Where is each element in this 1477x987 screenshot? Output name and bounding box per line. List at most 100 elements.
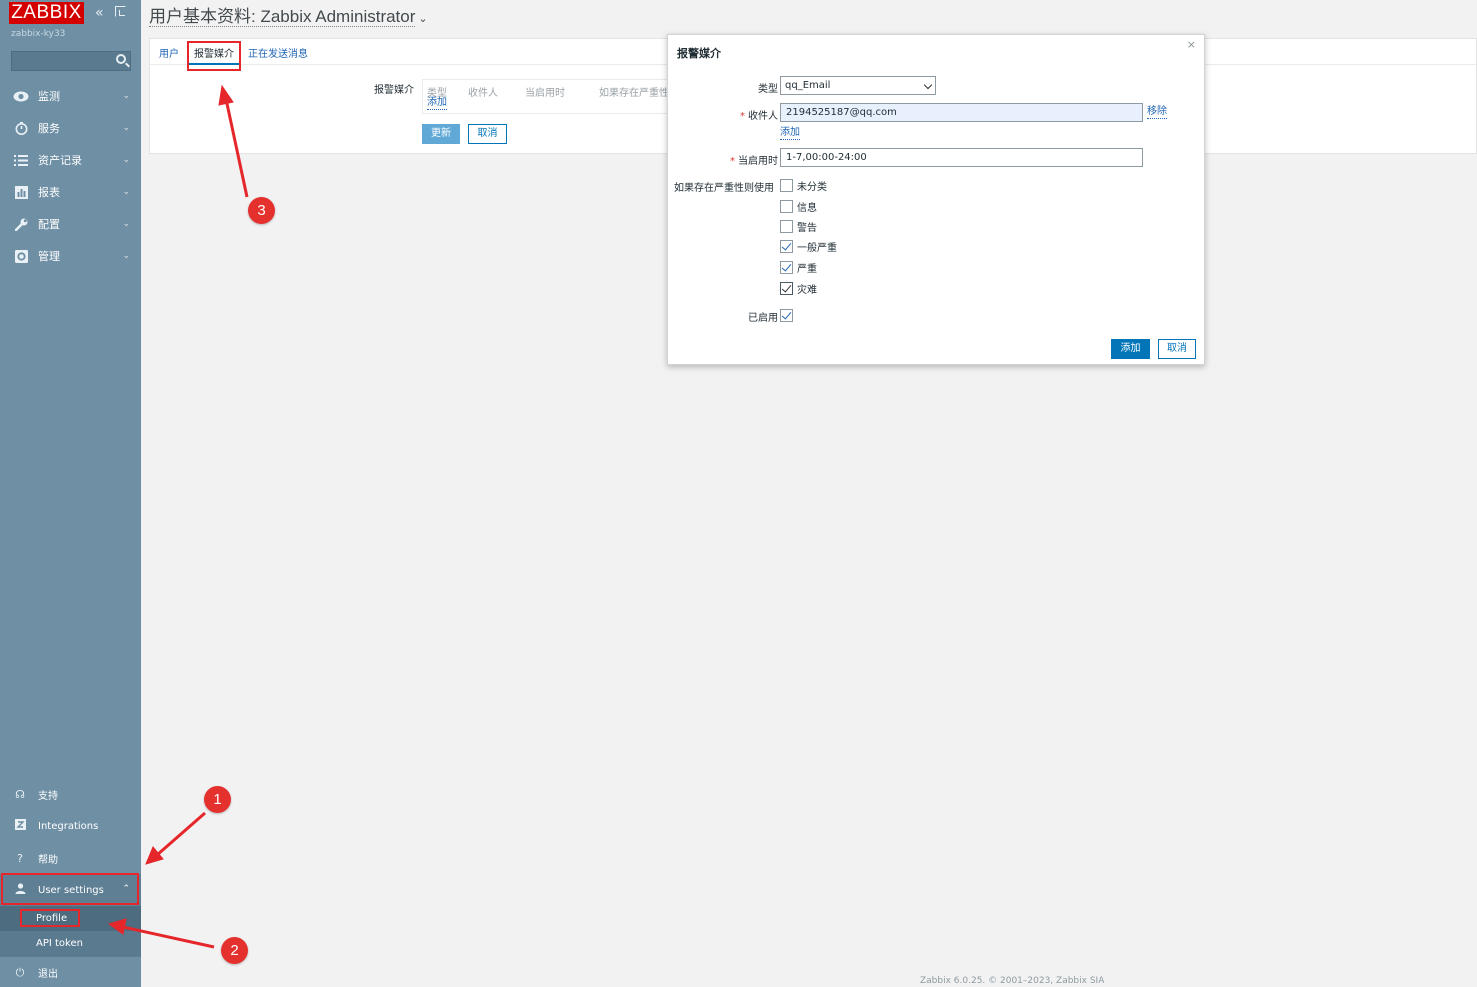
sidebar-search-input[interactable] xyxy=(11,51,131,71)
integrations-icon xyxy=(12,819,28,833)
checkbox-average[interactable] xyxy=(780,239,793,253)
checkbox-label: 警告 xyxy=(797,222,817,234)
menu-item-administration[interactable]: 管理 ⌄ xyxy=(0,240,141,272)
chevron-down-icon: ⌄ xyxy=(122,251,130,261)
chevron-down-icon: ⌄ xyxy=(122,155,130,165)
menu-item-label: Integrations xyxy=(38,820,99,832)
checkbox-label: 一般严重 xyxy=(797,242,837,254)
page-title-text: 用户基本资料: Zabbix Administrator xyxy=(149,7,416,27)
highlight-user-settings xyxy=(1,873,139,905)
enabled-label: 已启用 xyxy=(748,313,778,324)
remove-recipient-link[interactable]: 移除 xyxy=(1147,106,1167,119)
power-icon: ⏻ xyxy=(15,965,25,979)
annotation-badge-1: 1 xyxy=(204,786,231,813)
media-type-value: qq_Email xyxy=(785,80,831,91)
media-type-select[interactable]: qq_Email xyxy=(780,76,936,95)
severity-high[interactable]: 严重 xyxy=(780,259,817,275)
checkbox-label: 未分类 xyxy=(797,181,827,193)
bar-chart-icon xyxy=(12,185,30,199)
recipient-input[interactable]: 2194525187@qq.com xyxy=(780,103,1143,122)
menu-item-logout[interactable]: ⏻ 退出 xyxy=(0,956,141,987)
annotation-badge-3: 3 xyxy=(248,197,275,224)
close-icon[interactable]: × xyxy=(1187,38,1196,51)
severity-not-classified[interactable]: 未分类 xyxy=(780,177,827,193)
sidebar: ZABBIX « zabbix-ky33 监测 ⌄ 服务 ⌄ 资产记录 ⌄ 报表… xyxy=(0,0,141,987)
list-icon xyxy=(12,153,30,167)
menu-item-label: 监测 xyxy=(38,90,60,103)
add-media-link[interactable]: 添加 xyxy=(427,97,447,110)
menu-item-help[interactable]: ? 帮助 xyxy=(0,842,141,874)
menu-item-label: 资产记录 xyxy=(38,154,82,167)
checkbox-warning[interactable] xyxy=(780,219,793,233)
tab-messaging[interactable]: 正在发送消息 xyxy=(248,45,308,60)
enabled-row[interactable] xyxy=(780,307,797,323)
highlight-media-tab xyxy=(187,41,241,71)
checkbox-not-classified[interactable] xyxy=(780,178,793,192)
chevron-down-icon: ⌄ xyxy=(122,123,130,133)
media-dialog: 报警媒介 × 类型 qq_Email * 收件人 2194525187@qq.co… xyxy=(667,34,1205,365)
column-header-severity: 如果存在严重性 xyxy=(599,88,669,99)
chevron-down-icon xyxy=(923,80,933,90)
menu-item-label: 支持 xyxy=(38,790,58,802)
severity-label: 如果存在严重性则使用 xyxy=(674,183,774,194)
chevron-down-icon: ⌄ xyxy=(122,187,130,197)
chevron-down-icon: ⌄ xyxy=(418,13,428,25)
eye-icon xyxy=(12,89,30,103)
menu-item-monitoring[interactable]: 监测 ⌄ xyxy=(0,80,141,112)
recipient-label: * 收件人 xyxy=(740,111,778,122)
menu-item-label: 管理 xyxy=(38,250,60,263)
when-active-label: * 当启用时 xyxy=(730,156,778,167)
type-label: 类型 xyxy=(758,84,778,95)
chevron-down-icon: ⌄ xyxy=(122,219,130,229)
column-header-when-active: 当启用时 xyxy=(525,88,565,99)
page-title[interactable]: 用户基本资料: Zabbix Administrator ⌄ xyxy=(149,2,428,27)
menu-item-support[interactable]: ☊ 支持 xyxy=(0,778,141,810)
kiosk-mode-icon[interactable] xyxy=(115,6,126,17)
add-recipient-link[interactable]: 添加 xyxy=(780,127,800,140)
tab-user[interactable]: 用户 xyxy=(159,45,179,60)
column-header-recipient: 收件人 xyxy=(468,88,498,99)
menu-item-label: 帮助 xyxy=(38,854,58,866)
menu-item-integrations[interactable]: Integrations xyxy=(0,810,141,842)
question-icon: ? xyxy=(17,851,23,865)
checkbox-disaster[interactable] xyxy=(780,281,793,295)
checkbox-label: 信息 xyxy=(797,202,817,214)
menu-item-label: 服务 xyxy=(38,122,60,135)
checkbox-high[interactable] xyxy=(780,260,793,274)
checkbox-enabled[interactable] xyxy=(780,308,793,322)
checkbox-information[interactable] xyxy=(780,199,793,213)
menu-item-label: 退出 xyxy=(38,969,58,980)
wrench-icon xyxy=(12,217,30,231)
severity-information[interactable]: 信息 xyxy=(780,198,817,214)
clock-icon xyxy=(12,121,30,135)
update-button[interactable]: 更新 xyxy=(422,124,460,144)
cancel-button[interactable]: 取消 xyxy=(468,124,507,144)
footer: Zabbix 6.0.25. © 2001–2023, Zabbix SIA xyxy=(920,976,1105,986)
checkbox-label: 严重 xyxy=(797,263,817,275)
when-active-input[interactable]: 1-7,00:00-24:00 xyxy=(780,148,1143,167)
zabbix-logo[interactable]: ZABBIX xyxy=(9,2,84,24)
submenu-item-api-token[interactable]: API token xyxy=(0,931,141,956)
add-button[interactable]: 添加 xyxy=(1111,339,1150,359)
cancel-dialog-button[interactable]: 取消 xyxy=(1158,339,1196,359)
main-menu: 监测 ⌄ 服务 ⌄ 资产记录 ⌄ 报表 ⌄ 配置 ⌄ 管理 ⌄ xyxy=(0,80,141,272)
dialog-title: 报警媒介 xyxy=(677,47,721,60)
collapse-sidebar-icon[interactable]: « xyxy=(95,5,104,21)
menu-item-reports[interactable]: 报表 ⌄ xyxy=(0,176,141,208)
server-name: zabbix-ky33 xyxy=(11,29,66,39)
media-field-label: 报警媒介 xyxy=(374,85,414,96)
checkbox-label: 灾难 xyxy=(797,284,817,296)
menu-item-configuration[interactable]: 配置 ⌄ xyxy=(0,208,141,240)
search-icon[interactable] xyxy=(116,54,126,64)
headset-icon: ☊ xyxy=(15,787,25,801)
annotation-badge-2: 2 xyxy=(221,937,248,964)
menu-item-services[interactable]: 服务 ⌄ xyxy=(0,112,141,144)
severity-average[interactable]: 一般严重 xyxy=(780,238,837,254)
chevron-down-icon: ⌄ xyxy=(122,91,130,101)
severity-warning[interactable]: 警告 xyxy=(780,218,817,234)
severity-disaster[interactable]: 灾难 xyxy=(780,280,817,296)
menu-item-label: 报表 xyxy=(38,186,60,199)
gear-icon xyxy=(12,249,30,263)
menu-item-label: 配置 xyxy=(38,218,60,231)
menu-item-inventory[interactable]: 资产记录 ⌄ xyxy=(0,144,141,176)
